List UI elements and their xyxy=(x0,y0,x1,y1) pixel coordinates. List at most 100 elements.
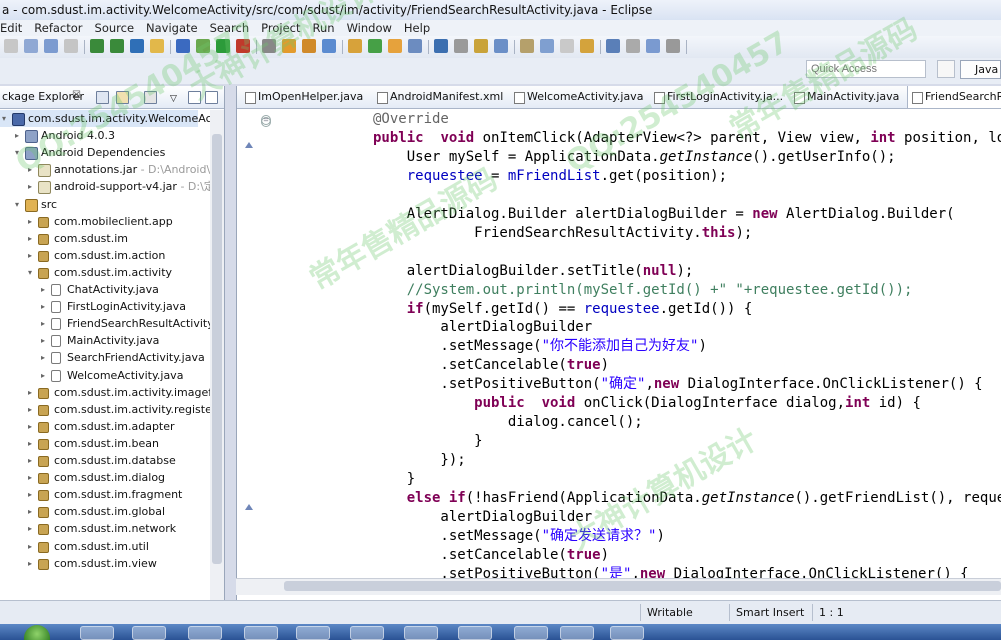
toolbar-icon[interactable] xyxy=(454,39,468,53)
focus-icon[interactable] xyxy=(144,91,157,104)
tree-twisty-icon[interactable]: ▸ xyxy=(41,332,45,349)
editor-tab[interactable]: FirstLoginActivity.ja... xyxy=(650,86,786,108)
tree-twisty-icon[interactable]: ▸ xyxy=(28,178,32,195)
tree-twisty-icon[interactable]: ▸ xyxy=(28,247,32,264)
toolbar-icon[interactable] xyxy=(666,39,680,53)
tree-twisty-icon[interactable]: ▸ xyxy=(41,281,45,298)
tree-twisty-icon[interactable]: ▸ xyxy=(28,384,32,401)
taskbar-app-icon[interactable] xyxy=(560,626,594,640)
toolbar-icon[interactable] xyxy=(130,39,144,53)
quick-access-input[interactable] xyxy=(806,60,926,78)
tree-twisty-icon[interactable]: ▸ xyxy=(28,555,32,572)
tree-item[interactable]: ▾ com.sdust.im.activity.WelcomeActivity xyxy=(0,110,224,127)
toolbar-icon[interactable] xyxy=(322,39,336,53)
tree-twisty-icon[interactable]: ▸ xyxy=(28,486,32,503)
tree-twisty-icon[interactable]: ▸ xyxy=(28,435,32,452)
editor-tab[interactable]: WelcomeActivity.java xyxy=(510,86,646,108)
toolbar-icon[interactable] xyxy=(196,39,210,53)
toolbar-icon[interactable] xyxy=(388,39,402,53)
tree-twisty-icon[interactable]: ▸ xyxy=(41,315,45,332)
toolbar-icon[interactable] xyxy=(4,39,18,53)
toolbar-icon[interactable] xyxy=(494,39,508,53)
toolbar-icon[interactable] xyxy=(408,39,422,53)
maximize-icon[interactable] xyxy=(205,91,218,104)
menu-item-search[interactable]: Search xyxy=(210,20,250,36)
java-perspective-button[interactable]: Java xyxy=(960,60,1001,79)
editor-scroll-thumb[interactable] xyxy=(284,581,1001,591)
taskbar-app-icon[interactable] xyxy=(350,626,384,640)
tree-twisty-icon[interactable]: ▸ xyxy=(28,401,32,418)
tree-twisty-icon[interactable]: ▾ xyxy=(15,144,19,161)
toolbar-icon[interactable] xyxy=(580,39,594,53)
taskbar-app-icon[interactable] xyxy=(458,626,492,640)
link-with-editor-icon[interactable] xyxy=(116,91,129,104)
minimize-icon[interactable] xyxy=(188,91,201,104)
collapse-all-icon[interactable] xyxy=(96,91,109,104)
taskbar-app-icon[interactable] xyxy=(244,626,278,640)
menu-item-refactor[interactable]: Refactor xyxy=(34,20,82,36)
menu-item-source[interactable]: Source xyxy=(95,20,135,36)
toolbar-icon[interactable] xyxy=(520,39,534,53)
toolbar-icon[interactable] xyxy=(90,39,104,53)
tree-twisty-icon[interactable]: ▸ xyxy=(28,161,32,178)
taskbar-app-icon[interactable] xyxy=(296,626,330,640)
toolbar-icon[interactable] xyxy=(110,39,124,53)
tree-twisty-icon[interactable]: ▾ xyxy=(2,110,6,127)
fold-toggle-icon[interactable]: − xyxy=(261,117,271,127)
tree-twisty-icon[interactable]: ▸ xyxy=(28,230,32,247)
menu-item-project[interactable]: Project xyxy=(261,20,300,36)
editor-tab[interactable]: ImOpenHelper.java xyxy=(241,86,369,108)
toolbar-icon[interactable] xyxy=(44,39,58,53)
editor-tab[interactable]: AndroidManifest.xml xyxy=(373,86,507,108)
taskbar-app-icon[interactable] xyxy=(80,626,114,640)
taskbar-app-icon[interactable] xyxy=(514,626,548,640)
toolbar-icon[interactable] xyxy=(64,39,78,53)
toolbar-icon[interactable] xyxy=(560,39,574,53)
toolbar-icon[interactable] xyxy=(474,39,488,53)
close-tab-icon[interactable]: ☒ xyxy=(72,90,81,101)
toolbar-icon[interactable] xyxy=(606,39,620,53)
menu-item-run[interactable]: Run xyxy=(313,20,335,36)
menu-item-navigate[interactable]: Navigate xyxy=(146,20,198,36)
menu-item-edit[interactable]: Edit xyxy=(0,20,22,36)
toolbar-icon[interactable] xyxy=(176,39,190,53)
toolbar-icon[interactable] xyxy=(282,39,296,53)
tree-twisty-icon[interactable]: ▸ xyxy=(28,213,32,230)
open-perspective-icon[interactable] xyxy=(937,60,955,78)
toolbar-icon[interactable] xyxy=(434,39,448,53)
tree-twisty-icon[interactable]: ▸ xyxy=(41,349,45,366)
tree-twisty-icon[interactable]: ▸ xyxy=(28,538,32,555)
tree-twisty-icon[interactable]: ▾ xyxy=(28,264,32,281)
toolbar-icon[interactable] xyxy=(646,39,660,53)
toolbar-icon[interactable] xyxy=(348,39,362,53)
package-explorer-tab[interactable]: ckage Explorer ☒ ▽ xyxy=(0,86,224,109)
tree-twisty-icon[interactable]: ▸ xyxy=(15,127,19,144)
tree-twisty-icon[interactable]: ▸ xyxy=(28,503,32,520)
toolbar-icon[interactable] xyxy=(150,39,164,53)
editor-tab[interactable]: FriendSearchRes xyxy=(907,86,1001,108)
tree-scroll-thumb[interactable] xyxy=(212,134,222,564)
menu-item-help[interactable]: Help xyxy=(404,20,430,36)
menu-item-window[interactable]: Window xyxy=(347,20,392,36)
taskbar-app-icon[interactable] xyxy=(188,626,222,640)
toolbar-icon[interactable] xyxy=(216,39,230,53)
taskbar-app-icon[interactable] xyxy=(132,626,166,640)
tree-twisty-icon[interactable]: ▸ xyxy=(41,367,45,384)
tree-twisty-icon[interactable]: ▸ xyxy=(28,469,32,486)
toolbar-icon[interactable] xyxy=(540,39,554,53)
taskbar-app-icon[interactable] xyxy=(610,626,644,640)
toolbar-icon[interactable] xyxy=(24,39,38,53)
toolbar-icon[interactable] xyxy=(368,39,382,53)
toolbar-icon[interactable] xyxy=(626,39,640,53)
toolbar-icon[interactable] xyxy=(236,39,250,53)
editor-tab[interactable]: MainActivity.java xyxy=(790,86,903,108)
tree-twisty-icon[interactable]: ▸ xyxy=(28,520,32,537)
view-menu-icon[interactable]: ▽ xyxy=(170,91,181,104)
tree-twisty-icon[interactable]: ▸ xyxy=(41,298,45,315)
tree-twisty-icon[interactable]: ▾ xyxy=(15,196,19,213)
tree-twisty-icon[interactable]: ▸ xyxy=(28,418,32,435)
toolbar-icon[interactable] xyxy=(262,39,276,53)
toolbar-icon[interactable] xyxy=(302,39,316,53)
taskbar-app-icon[interactable] xyxy=(404,626,438,640)
tree-twisty-icon[interactable]: ▸ xyxy=(28,452,32,469)
